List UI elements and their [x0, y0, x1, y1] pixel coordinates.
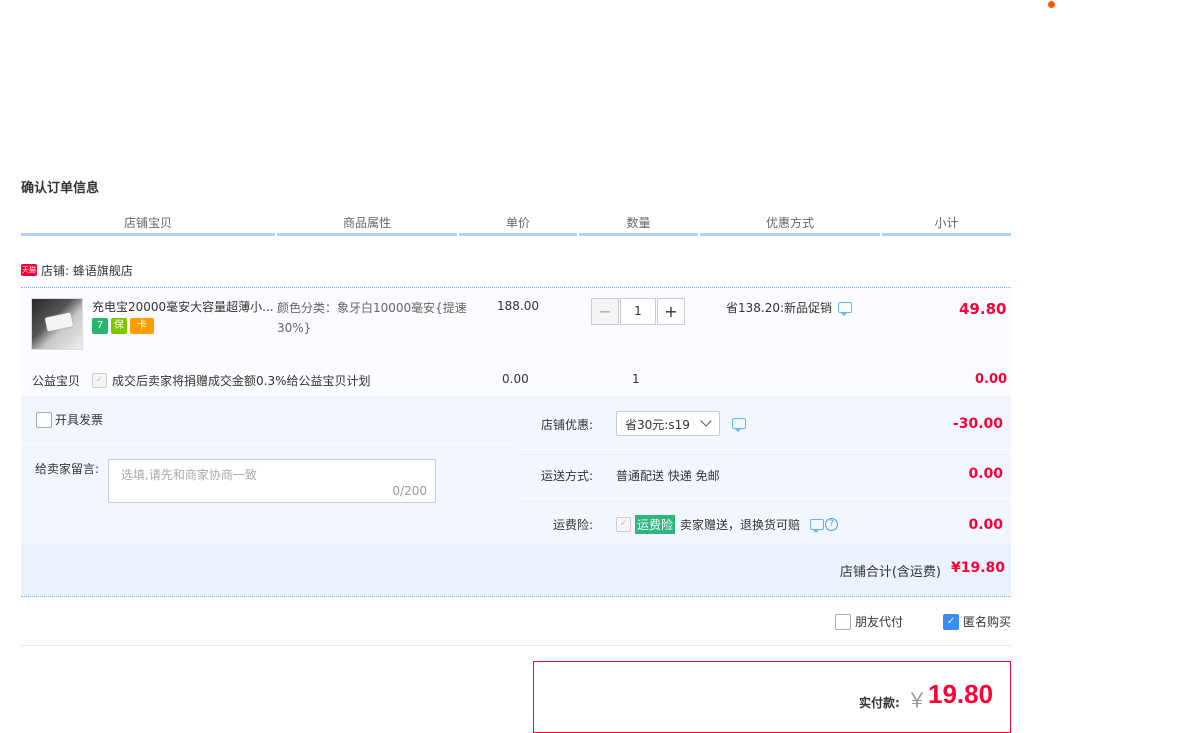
service-badges: 7 保 卡 [92, 318, 154, 334]
invoice-checkbox[interactable] [36, 412, 52, 428]
friend-pay-label: 朋友代付 [855, 615, 904, 629]
right-options: 店铺优惠: 省30元:s19 -30.00 运送方式: 普通配送 快递 免邮 0… [516, 397, 1011, 544]
payment-summary: 实付款: ￥ 19.80 [533, 661, 1011, 733]
promo-text: 省138.20:新品促销 [726, 301, 833, 315]
insurance-tag: 运费险 [635, 515, 676, 534]
charity-quantity: 1 [632, 372, 640, 386]
column-header-attr: 商品属性 [277, 214, 457, 236]
shop-row: 天猫 店铺: 蜂语旗舰店 [21, 262, 133, 278]
column-header-quantity: 数量 [579, 214, 698, 236]
notification-dot [1048, 1, 1055, 8]
shop-discount-row: 店铺优惠: 省30元:s19 -30.00 [516, 397, 1011, 450]
message-icon[interactable] [838, 302, 853, 316]
shop-total-amount: ¥19.80 [950, 560, 1005, 576]
item-subtotal: 49.80 [959, 300, 1007, 318]
shop-total-row: 店铺合计(含运费) ¥19.80 [21, 544, 1011, 596]
note-placeholder: 选填,请先和商家协商一致 [121, 468, 257, 482]
currency-symbol: ￥ [907, 688, 927, 712]
shop-name-link[interactable]: 店铺: 蜂语旗舰店 [41, 262, 133, 279]
charity-checkbox: ✓ [92, 373, 107, 388]
seller-note-input[interactable]: 选填,请先和商家协商一致 0/200 [108, 459, 436, 503]
note-char-count: 0/200 [392, 484, 427, 498]
seller-note-label: 给卖家留言: [35, 462, 100, 476]
charity-text: 成交后卖家将捐赠成交金额0.3%给公益宝贝计划 [112, 374, 371, 388]
insurance-label: 运费险: [552, 518, 593, 532]
shipping-label: 运送方式: [540, 469, 593, 483]
order-item: 充电宝20000毫安大容量超薄小... 7 保 卡 颜色分类：象牙白10000毫… [21, 288, 1011, 396]
insurance-checkbox: ✓ [616, 517, 631, 532]
message-icon[interactable] [732, 418, 746, 432]
divider [21, 645, 1011, 646]
column-header-subtotal: 小计 [882, 214, 1011, 236]
insurance-text: 卖家赠送，退换货可赔 [680, 518, 801, 532]
payment-label: 实付款: [859, 696, 900, 710]
credit-card-icon[interactable]: 卡 [130, 318, 154, 334]
shop-discount-value: 省30元:s19 [625, 418, 690, 432]
shop-discount-label: 店铺优惠: [540, 418, 593, 432]
guarantee-icon[interactable]: 保 [111, 318, 127, 334]
product-thumbnail[interactable] [31, 298, 83, 350]
insurance-amount: 0.00 [968, 517, 1003, 533]
payment-options: 朋友代付 ✓ 匿名购买 [835, 613, 1011, 630]
seven-day-return-icon[interactable]: 7 [92, 318, 108, 334]
shop-total-label: 店铺合计(含运费) [839, 565, 941, 580]
quantity-stepper: − 1 + [591, 298, 685, 325]
charity-subtotal: 0.00 [975, 372, 1008, 387]
chevron-down-icon [700, 415, 712, 427]
friend-pay-checkbox[interactable] [835, 613, 851, 630]
invoice-label: 开具发票 [55, 413, 104, 427]
unit-price: 188.00 [497, 299, 539, 313]
anonymous-label: 匿名购买 [963, 615, 1012, 629]
anonymous-checkbox[interactable]: ✓ [943, 613, 960, 630]
decrease-quantity-button[interactable]: − [591, 298, 619, 325]
product-attribute: 颜色分类：象牙白10000毫安{提速30%} [277, 301, 467, 335]
column-header-promo: 优惠方式 [700, 214, 880, 236]
charity-label: 公益宝贝 [32, 374, 81, 388]
tmall-icon: 天猫 [21, 264, 37, 276]
insurance-info: ✓ 运费险 卖家赠送，退换货可赔 ? [616, 515, 839, 534]
left-options: 开具发票 给卖家留言: 选填,请先和商家协商一致 0/200 [21, 397, 515, 544]
shipping-amount: 0.00 [968, 466, 1003, 482]
payment-amount: 19.80 [928, 679, 994, 709]
column-header-price: 单价 [459, 214, 577, 236]
shipping-method: 普通配送 快递 免邮 [616, 469, 720, 483]
help-icon[interactable]: ? [825, 518, 839, 531]
page-title: 确认订单信息 [21, 181, 100, 196]
increase-quantity-button[interactable]: + [657, 298, 685, 325]
promo-info: 省138.20:新品促销 [726, 299, 853, 316]
insurance-row: 运费险: ✓ 运费险 卖家赠送，退换货可赔 ? 0.00 [516, 499, 1011, 544]
message-icon[interactable] [810, 519, 825, 533]
shipping-row: 运送方式: 普通配送 快递 免邮 0.00 [516, 450, 1011, 499]
shop-discount-amount: -30.00 [952, 416, 1003, 432]
invoice-row: 开具发票 [21, 397, 515, 444]
column-header-item: 店铺宝贝 [21, 214, 275, 236]
charity-price: 0.00 [502, 372, 529, 386]
shop-discount-select[interactable]: 省30元:s19 [616, 411, 720, 436]
product-title-link[interactable]: 充电宝20000毫安大容量超薄小... [92, 298, 274, 315]
order-options-panel: 开具发票 给卖家留言: 选填,请先和商家协商一致 0/200 店铺优惠: 省30… [21, 397, 1011, 596]
quantity-input[interactable]: 1 [620, 298, 656, 325]
divider [21, 596, 1011, 597]
table-header: 店铺宝贝 商品属性 单价 数量 优惠方式 小计 [21, 214, 1011, 236]
